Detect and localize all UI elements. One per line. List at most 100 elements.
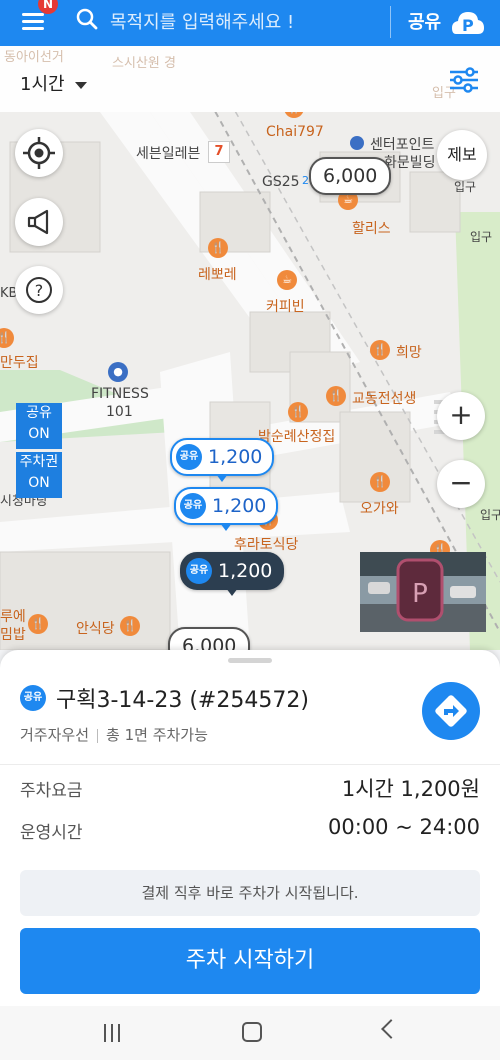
parking-category: 거주자우선 bbox=[20, 726, 90, 744]
share-parking-pin[interactable]: 공유 1,200 bbox=[174, 487, 279, 531]
menu-icon-line bbox=[22, 20, 44, 23]
poi-rue[interactable]: 루에 bbox=[0, 606, 26, 626]
restaurant-icon: 🍴 bbox=[120, 616, 140, 636]
pin-price: 6,000 bbox=[182, 635, 237, 650]
poi-seven-eleven[interactable]: 세븐일레븐 bbox=[136, 143, 200, 163]
megaphone-icon bbox=[27, 209, 49, 235]
pin-price: 1,200 bbox=[212, 495, 267, 517]
poi-hope[interactable]: 희망 bbox=[396, 342, 422, 362]
restaurant-icon: 🍴 bbox=[288, 402, 308, 422]
fitness-icon: ● bbox=[108, 362, 128, 382]
poi-hwamun-building[interactable]: 화문빌딩 bbox=[384, 152, 436, 172]
search-input[interactable]: 목적지를 입력해주세요 ! bbox=[110, 8, 294, 34]
parking-capacity: 총 1면 주차가능 bbox=[106, 726, 208, 744]
parking-price-pin[interactable]: 6,000 bbox=[168, 627, 251, 650]
street-view-image: P bbox=[360, 552, 486, 632]
chevron-down-icon bbox=[74, 81, 87, 89]
pin-price: 1,200 bbox=[208, 446, 263, 468]
restaurant-icon: 🍴 bbox=[326, 386, 346, 406]
restaurant-icon: 🍴 bbox=[208, 238, 228, 258]
announcement-button[interactable] bbox=[15, 198, 63, 246]
poi-gs25[interactable]: GS25 bbox=[262, 174, 300, 190]
toggle-label: 주차권 bbox=[19, 454, 59, 470]
recent-apps-line bbox=[118, 1024, 120, 1042]
toggle-label: 공유 bbox=[26, 405, 52, 421]
faded-map-label: 스시산원 경 bbox=[112, 56, 176, 71]
share-filter-toggle[interactable]: 공유 ON bbox=[16, 403, 62, 449]
poi-entrance: 입구 bbox=[470, 230, 493, 244]
share-mode-label[interactable]: 공유 bbox=[408, 8, 441, 34]
pin-tail bbox=[226, 588, 239, 596]
recent-apps-line bbox=[111, 1024, 113, 1042]
convenience-store-icon: 7 bbox=[208, 141, 230, 163]
building-icon bbox=[350, 136, 364, 150]
help-button[interactable]: ? bbox=[15, 266, 63, 314]
ticket-filter-toggle[interactable]: 주차권 ON bbox=[16, 452, 62, 498]
poi-hurato[interactable]: 후라토식당 bbox=[234, 534, 298, 554]
time-duration-select[interactable]: 1시간 bbox=[20, 70, 87, 96]
start-parking-button[interactable]: 주차 시작하기 bbox=[20, 928, 480, 994]
notification-badge: N bbox=[38, 0, 58, 14]
subtitle-divider bbox=[97, 728, 99, 743]
topbar-divider bbox=[390, 6, 391, 38]
home-icon[interactable] bbox=[242, 1022, 262, 1042]
cafe-icon: ☕ bbox=[277, 270, 297, 290]
sheet-drag-handle[interactable] bbox=[228, 658, 272, 663]
top-bar: N 목적지를 입력해주세요 ! 공유 P bbox=[0, 0, 500, 46]
hours-value: 00:00 ~ 24:00 bbox=[328, 815, 480, 839]
svg-text:P: P bbox=[412, 579, 428, 609]
restaurant-icon: 🍴 bbox=[370, 340, 390, 360]
sheet-divider bbox=[0, 764, 500, 765]
restaurant-icon: 🍴 bbox=[28, 614, 48, 634]
pin-price: 6,000 bbox=[323, 165, 378, 187]
parking-price-pin[interactable]: 6,000 bbox=[309, 157, 392, 195]
current-location-button[interactable] bbox=[15, 129, 63, 177]
system-navigation-bar bbox=[0, 1006, 500, 1060]
zoom-out-button[interactable]: − bbox=[437, 460, 485, 508]
question-icon: ? bbox=[26, 277, 52, 303]
poi-okawa[interactable]: 오가와 bbox=[360, 498, 399, 518]
map-view[interactable]: 🍴 Chai797 세븐일레븐 7 센터포인트 화문빌딩 GS25 25 ☕ 할… bbox=[0, 112, 500, 650]
parking-lot-subtitle: 거주자우선 총 1면 주차가능 bbox=[20, 724, 208, 745]
recent-apps-line bbox=[104, 1024, 106, 1042]
svg-text:?: ? bbox=[35, 281, 44, 300]
toggle-state: ON bbox=[28, 475, 50, 491]
share-parking-pin-selected[interactable]: 공유 1,200 bbox=[180, 552, 285, 596]
poi-kyodong[interactable]: 교동전선생 bbox=[352, 388, 416, 408]
share-parking-pin[interactable]: 공유 1,200 bbox=[170, 438, 275, 482]
share-parking-logo-icon[interactable]: P bbox=[450, 6, 486, 38]
report-button[interactable]: 제보 bbox=[437, 130, 487, 180]
poi-bimbap[interactable]: 밈밥 bbox=[0, 624, 26, 644]
faded-map-label: 동아이선거 bbox=[4, 50, 64, 65]
poi-ansikdang[interactable]: 안식당 bbox=[76, 618, 115, 638]
filter-sliders-icon[interactable] bbox=[448, 66, 480, 94]
poi-coffee-bean[interactable]: 커피빈 bbox=[266, 296, 305, 316]
directions-icon bbox=[435, 695, 467, 727]
search-icon[interactable] bbox=[76, 8, 98, 30]
poi-fitness[interactable]: FITNESS bbox=[91, 386, 149, 402]
recent-apps-icon[interactable] bbox=[102, 1024, 122, 1042]
pin-tail bbox=[220, 523, 233, 531]
back-icon[interactable] bbox=[381, 1019, 401, 1039]
pin-share-badge: 공유 bbox=[180, 493, 206, 519]
toggle-state: ON bbox=[28, 426, 50, 442]
poi-center-point[interactable]: 센터포인트 bbox=[370, 134, 434, 154]
restaurant-icon: 🍴 bbox=[370, 472, 390, 492]
poi-mandu[interactable]: 만두집 bbox=[0, 352, 39, 372]
pin-share-badge: 공유 bbox=[176, 444, 202, 470]
street-view-thumbnail[interactable]: P bbox=[360, 552, 486, 632]
poi-fitness-number: 101 bbox=[106, 404, 133, 420]
poi-entrance: 입구 bbox=[454, 180, 477, 194]
parking-detail-sheet: 공유 구획3-14-23 (#254572) 거주자우선 총 1면 주차가능 주차… bbox=[0, 650, 500, 1006]
poi-lebbure[interactable]: 레뽀레 bbox=[198, 264, 237, 284]
poi-chai797[interactable]: Chai797 bbox=[266, 124, 324, 140]
navigate-button[interactable] bbox=[422, 682, 480, 740]
hours-label: 운영시간 bbox=[20, 823, 83, 843]
fee-value: 1시간 1,200원 bbox=[341, 777, 480, 801]
zoom-in-button[interactable]: + bbox=[437, 392, 485, 440]
menu-icon-line bbox=[22, 13, 44, 16]
poi-hollys[interactable]: 할리스 bbox=[352, 218, 391, 238]
fee-label: 주차요금 bbox=[20, 781, 83, 801]
menu-icon-line bbox=[22, 27, 44, 30]
parking-lot-title: 구획3-14-23 (#254572) bbox=[56, 688, 309, 713]
